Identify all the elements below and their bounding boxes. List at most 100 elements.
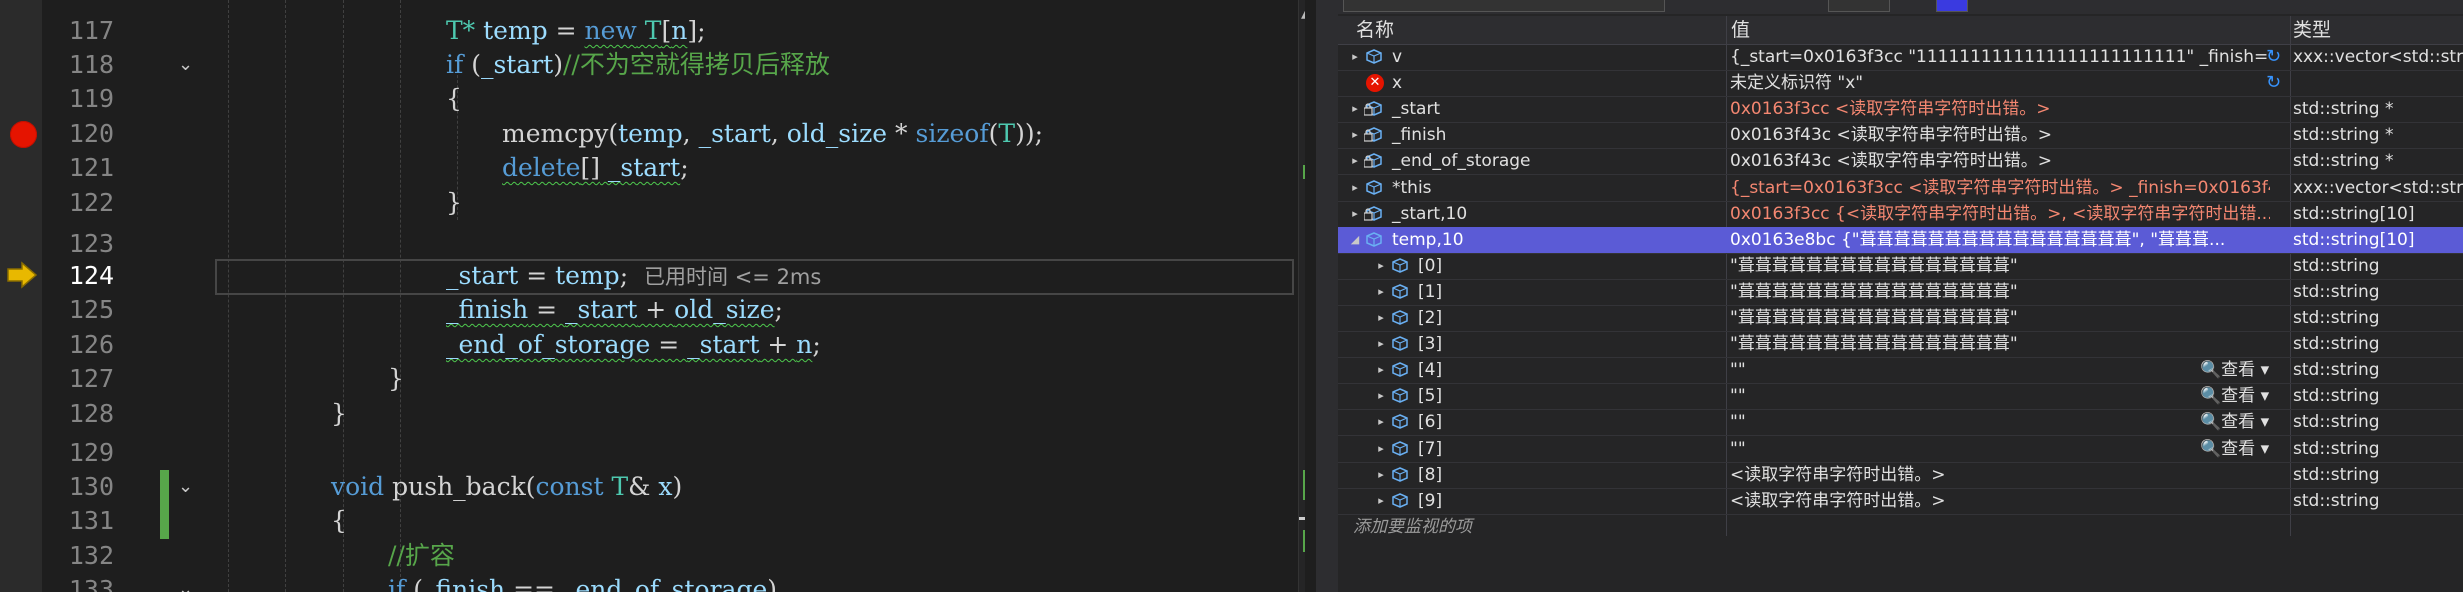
code-line[interactable]: 120 memcpy(temp, _start, old_size * size… [0, 117, 1305, 151]
watch-name[interactable]: [2] [1418, 305, 1442, 331]
watch-row[interactable]: ▸ _end_of_storage 0x0163f43c <读取字符串字符时出错。>… [1338, 148, 2463, 176]
code-line[interactable]: 131 { [0, 504, 1305, 538]
watch-value[interactable]: {_start=0x0163f3cc <读取字符串字符时出错。> _finish… [1730, 175, 2270, 201]
view-toggle-button[interactable] [1936, 0, 1968, 12]
perf-tip[interactable]: 已用时间 <= 2ms [644, 265, 821, 289]
watch-name[interactable]: [1] [1418, 279, 1442, 305]
watch-row[interactable]: ▸ _start,10 0x0163f3cc {<读取字符串字符时出错。>, <读取… [1338, 201, 2463, 228]
expand-icon[interactable]: ▸ [1348, 122, 1362, 148]
watch-value[interactable]: 0x0163e8bc {"葺葺葺葺葺葺葺葺葺葺葺葺葺葺葺葺", "葺葺葺... [1730, 227, 2270, 253]
add-watch-placeholder[interactable]: 添加要监视的项 [1353, 514, 1472, 540]
watch-row[interactable]: ▸ [5] "" 🔍查看 ▾ std::string [1338, 383, 2463, 411]
code-line[interactable]: 129 [0, 436, 1305, 470]
expand-icon[interactable]: ▸ [1374, 357, 1388, 383]
search-box[interactable] [1343, 0, 1665, 12]
watch-name[interactable]: [3] [1418, 331, 1442, 357]
code-line-current[interactable]: 124 _start = temp; 已用时间 <= 2ms [0, 259, 1305, 293]
watch-name[interactable]: [5] [1418, 383, 1442, 409]
expand-icon[interactable]: ▸ [1348, 44, 1362, 70]
expand-icon[interactable]: ▸ [1348, 148, 1362, 174]
code-line[interactable]: 133 ⌄ if (_finish == _end_of_storage) [0, 573, 1305, 592]
code-line[interactable]: 119 { [0, 82, 1305, 116]
expand-icon[interactable]: ▸ [1348, 175, 1362, 201]
expand-icon[interactable]: ▸ [1374, 383, 1388, 409]
column-header-value[interactable]: 值 [1713, 16, 1750, 44]
fold-chevron-icon[interactable]: ⌄ [178, 573, 196, 592]
watch-name[interactable]: _end_of_storage [1392, 148, 1531, 174]
code-line[interactable]: 118 ⌄ if (_start)//不为空就得拷贝后释放 [0, 48, 1305, 82]
expand-icon[interactable]: ▸ [1374, 279, 1388, 305]
watch-value[interactable]: "葺葺葺葺葺葺葺葺葺葺葺葺葺葺葺葺" [1730, 331, 2270, 357]
watch-value[interactable]: "葺葺葺葺葺葺葺葺葺葺葺葺葺葺葺葺" [1730, 305, 2270, 331]
code-line[interactable]: 128 } [0, 397, 1305, 431]
watch-row[interactable]: ▸ *this {_start=0x0163f3cc <读取字符串字符时出错。> _… [1338, 175, 2463, 202]
watch-value[interactable]: "葺葺葺葺葺葺葺葺葺葺葺葺葺葺葺葺" [1730, 279, 2270, 305]
watch-row[interactable]: ▸ _finish 0x0163f43c <读取字符串字符时出错。> std::str… [1338, 122, 2463, 150]
watch-name[interactable]: *this [1392, 175, 1432, 201]
watch-row[interactable]: ▸ [7] "" 🔍查看 ▾ std::string [1338, 436, 2463, 463]
watch-name[interactable]: x [1392, 70, 1402, 96]
watch-value[interactable]: "" [1730, 383, 2270, 409]
code-editor[interactable]: 117 T* temp = new T[n]; 118 ⌄ if (_start… [0, 0, 1305, 592]
watch-row[interactable]: ▸ v {_start=0x0163f3cc "111111111111111111… [1338, 44, 2463, 71]
fold-chevron-icon[interactable]: ⌄ [178, 470, 196, 504]
watch-value[interactable]: <读取字符串字符时出错。> [1730, 462, 2270, 488]
watch-row[interactable]: ▸ [3] "葺葺葺葺葺葺葺葺葺葺葺葺葺葺葺葺" std::string [1338, 331, 2463, 359]
refresh-icon[interactable]: ↻ [2266, 46, 2281, 67]
expand-icon[interactable]: ▸ [1374, 331, 1388, 357]
watch-name[interactable]: temp,10 [1392, 227, 1464, 253]
watch-row[interactable]: ▸ [1] "葺葺葺葺葺葺葺葺葺葺葺葺葺葺葺葺" std::string [1338, 279, 2463, 306]
add-watch-row[interactable]: 添加要监视的项 [1338, 514, 2463, 540]
expand-icon[interactable]: ▸ [1348, 201, 1362, 227]
code-line[interactable]: 121 delete[] _start; [0, 151, 1305, 185]
watch-value[interactable]: "" [1730, 436, 2270, 462]
expand-icon[interactable]: ▸ [1374, 488, 1388, 514]
watch-row[interactable]: ✕ x 未定义标识符 "x" ↻ [1338, 70, 2463, 98]
expand-icon[interactable]: ▸ [1348, 96, 1362, 122]
watch-name[interactable]: [4] [1418, 357, 1442, 383]
expand-icon[interactable]: ▸ [1374, 253, 1388, 279]
refresh-icon[interactable]: ↻ [2266, 72, 2281, 93]
watch-name[interactable]: [9] [1418, 488, 1442, 514]
watch-value[interactable]: 0x0163f43c <读取字符串字符时出错。> [1730, 122, 2270, 148]
view-button[interactable]: 🔍查看 ▾ [2200, 409, 2269, 435]
watch-row[interactable]: ▸ [9] <读取字符串字符时出错。> std::string [1338, 488, 2463, 515]
watch-row[interactable]: ▸ _start 0x0163f3cc <读取字符串字符时出错。> std::stri… [1338, 96, 2463, 124]
watch-row[interactable]: ▸ [0] "葺葺葺葺葺葺葺葺葺葺葺葺葺葺葺葺" std::string [1338, 253, 2463, 280]
watch-name[interactable]: [8] [1418, 462, 1442, 488]
search-depth-box[interactable] [1828, 0, 1890, 12]
watch-value[interactable]: 0x0163f3cc {<读取字符串字符时出错。>, <读取字符串字符时出错..… [1730, 201, 2270, 227]
expand-icon[interactable]: ▸ [1374, 462, 1388, 488]
watch-name[interactable]: _start,10 [1392, 201, 1467, 227]
code-line[interactable]: 123 [0, 227, 1305, 261]
view-button[interactable]: 🔍查看 ▾ [2200, 436, 2269, 462]
watch-name[interactable]: [7] [1418, 436, 1442, 462]
code-line[interactable]: 127 } [0, 362, 1305, 396]
watch-name[interactable]: [0] [1418, 253, 1442, 279]
watch-value[interactable]: <读取字符串字符时出错。> [1730, 488, 2270, 514]
code-line[interactable]: 117 T* temp = new T[n]; [0, 14, 1305, 48]
expand-icon[interactable]: ▸ [1374, 409, 1388, 435]
watch-row[interactable]: ▸ [2] "葺葺葺葺葺葺葺葺葺葺葺葺葺葺葺葺" std::string [1338, 305, 2463, 332]
watch-name[interactable]: _start [1392, 96, 1440, 122]
watch-value[interactable]: 未定义标识符 "x" [1730, 70, 2270, 96]
code-line[interactable]: 132 //扩容 [0, 539, 1305, 573]
expand-icon[interactable]: ▸ [1374, 436, 1388, 462]
watch-value[interactable]: {_start=0x0163f3cc "11111111111111111111… [1730, 44, 2270, 70]
editor-vertical-scrollbar[interactable]: ▲ [1298, 0, 1305, 592]
fold-chevron-icon[interactable]: ⌄ [178, 48, 196, 82]
watch-value[interactable]: "" [1730, 409, 2270, 435]
view-button[interactable]: 🔍查看 ▾ [2200, 357, 2269, 383]
watch-value[interactable]: "" [1730, 357, 2270, 383]
code-line[interactable]: 125 _finish = _start + old_size; [0, 293, 1305, 327]
collapse-icon[interactable]: ◢ [1348, 227, 1362, 253]
watch-value[interactable]: 0x0163f3cc <读取字符串字符时出错。> [1730, 96, 2270, 122]
scroll-thumb[interactable] [1299, 517, 1305, 520]
watch-value[interactable]: 0x0163f43c <读取字符串字符时出错。> [1730, 148, 2270, 174]
watch-row[interactable]: ◢ temp,10 0x0163e8bc {"葺葺葺葺葺葺葺葺葺葺葺葺葺葺葺葺", … [1338, 226, 2463, 254]
watch-row[interactable]: ▸ [4] "" 🔍查看 ▾ std::string [1338, 357, 2463, 385]
code-line[interactable]: 130 ⌄ void push_back(const T& x) [0, 470, 1305, 504]
watch-value[interactable]: "葺葺葺葺葺葺葺葺葺葺葺葺葺葺葺葺" [1730, 253, 2270, 279]
code-line[interactable]: 126 _end_of_storage = _start + n; [0, 328, 1305, 362]
column-header-type[interactable]: 类型 [2275, 16, 2331, 44]
